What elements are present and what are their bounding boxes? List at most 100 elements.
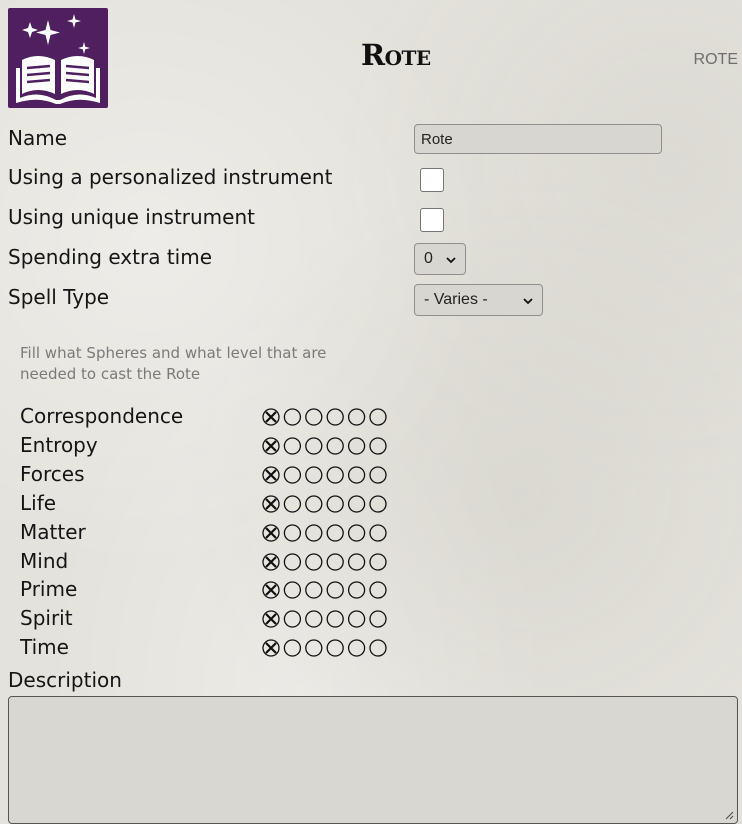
sphere-dots: [262, 436, 390, 456]
sphere-row: Matter: [20, 520, 400, 548]
level-dot-icon[interactable]: [369, 408, 387, 426]
personalized-instrument-label: Using a personalized instrument: [8, 165, 333, 189]
name-label: Name: [8, 126, 68, 150]
page-title-text: Rote: [361, 38, 431, 72]
reset-level-icon[interactable]: [262, 610, 280, 628]
extra-time-label: Spending extra time: [8, 245, 213, 269]
level-dot-icon[interactable]: [305, 408, 323, 426]
level-dot-icon[interactable]: [369, 466, 387, 484]
level-dot-icon[interactable]: [326, 408, 344, 426]
resize-grip-icon[interactable]: [722, 808, 734, 820]
level-dot-icon[interactable]: [283, 408, 302, 426]
level-dot-icon[interactable]: [326, 552, 344, 571]
sphere-row: Correspondence: [20, 404, 400, 432]
spell-type-select[interactable]: - Varies -: [414, 284, 543, 316]
sphere-dots: [262, 638, 390, 658]
sphere-name: Time: [20, 635, 69, 660]
level-dot-icon[interactable]: [326, 495, 344, 513]
level-dot-icon[interactable]: [283, 610, 302, 628]
level-dot-icon[interactable]: [326, 639, 344, 657]
sphere-dots: [262, 552, 390, 572]
sphere-name: Matter: [20, 519, 86, 544]
sphere-dots: [262, 523, 390, 543]
level-dot-icon[interactable]: [347, 610, 366, 628]
sphere-dots: [262, 407, 390, 427]
level-dot-icon[interactable]: [283, 523, 302, 542]
spell-type-label: Spell Type: [8, 285, 110, 309]
sphere-dots: [262, 609, 390, 629]
sphere-name: Mind: [20, 548, 69, 573]
level-dot-icon[interactable]: [326, 581, 344, 600]
level-dot-icon[interactable]: [347, 639, 366, 657]
level-dot-icon[interactable]: [326, 437, 344, 455]
level-dot-icon[interactable]: [369, 437, 387, 455]
level-dot-icon[interactable]: [347, 581, 366, 600]
level-dot-icon[interactable]: [283, 581, 302, 600]
level-dot-icon[interactable]: [369, 639, 387, 657]
sphere-row: Forces: [20, 462, 400, 490]
sphere-row: Mind: [20, 549, 400, 577]
reset-level-icon[interactable]: [262, 437, 280, 455]
personalized-instrument-checkbox[interactable]: [420, 168, 444, 192]
sphere-row: Entropy: [20, 433, 400, 461]
level-dot-icon[interactable]: [347, 552, 366, 571]
sheet-type-tag: ROTE: [693, 51, 738, 68]
level-dot-icon[interactable]: [305, 523, 323, 542]
sphere-name: Correspondence: [20, 404, 184, 428]
level-dot-icon[interactable]: [347, 408, 366, 426]
reset-level-icon[interactable]: [262, 466, 280, 484]
description-label: Description: [8, 668, 122, 692]
level-dot-icon[interactable]: [305, 466, 323, 484]
level-dot-icon[interactable]: [326, 523, 344, 542]
sphere-row: Life: [20, 491, 400, 519]
level-dot-icon[interactable]: [326, 466, 344, 484]
level-dot-icon[interactable]: [369, 523, 387, 542]
level-dot-icon[interactable]: [347, 466, 366, 484]
level-dot-icon[interactable]: [347, 523, 366, 542]
sphere-name: Forces: [20, 461, 85, 486]
chevron-down-icon: [446, 257, 456, 264]
level-dot-icon[interactable]: [369, 581, 387, 600]
level-dot-icon[interactable]: [305, 581, 323, 600]
extra-time-value: 0: [424, 250, 433, 267]
level-dot-icon[interactable]: [283, 552, 302, 571]
level-dot-icon[interactable]: [305, 437, 323, 455]
level-dot-icon[interactable]: [369, 610, 387, 628]
reset-level-icon[interactable]: [262, 408, 280, 426]
sphere-name: Prime: [20, 577, 78, 602]
level-dot-icon[interactable]: [283, 639, 302, 657]
sphere-dots: [262, 465, 390, 485]
level-dot-icon[interactable]: [326, 610, 344, 628]
reset-level-icon[interactable]: [262, 552, 280, 571]
level-dot-icon[interactable]: [369, 495, 387, 513]
level-dot-icon[interactable]: [305, 495, 323, 513]
level-dot-icon[interactable]: [369, 552, 387, 571]
sphere-row: Prime: [20, 577, 400, 605]
reset-level-icon[interactable]: [262, 639, 280, 657]
logo-book-icon: [8, 8, 108, 108]
level-dot-icon[interactable]: [347, 495, 366, 513]
sphere-row: Time: [20, 635, 400, 663]
chevron-down-icon: [523, 298, 533, 305]
level-dot-icon[interactable]: [283, 437, 302, 455]
reset-level-icon[interactable]: [262, 495, 280, 513]
sphere-name: Spirit: [20, 606, 73, 631]
reset-level-icon[interactable]: [262, 523, 280, 542]
level-dot-icon[interactable]: [305, 552, 323, 571]
reset-level-icon[interactable]: [262, 581, 280, 600]
sphere-dots: [262, 580, 390, 600]
unique-instrument-label: Using unique instrument: [8, 205, 255, 229]
level-dot-icon[interactable]: [347, 437, 366, 455]
sphere-name: Entropy: [20, 432, 98, 457]
level-dot-icon[interactable]: [305, 610, 323, 628]
unique-instrument-checkbox[interactable]: [420, 208, 444, 232]
level-dot-icon[interactable]: [283, 466, 302, 484]
sphere-dots: [262, 494, 390, 514]
name-input[interactable]: Rote: [414, 124, 662, 154]
level-dot-icon[interactable]: [283, 495, 302, 513]
sphere-row: Spirit: [20, 606, 400, 634]
description-textarea[interactable]: [8, 696, 738, 824]
extra-time-select[interactable]: 0: [414, 243, 466, 275]
spheres-hint: Fill what Spheres and what level that ar…: [20, 344, 327, 383]
level-dot-icon[interactable]: [305, 639, 323, 657]
